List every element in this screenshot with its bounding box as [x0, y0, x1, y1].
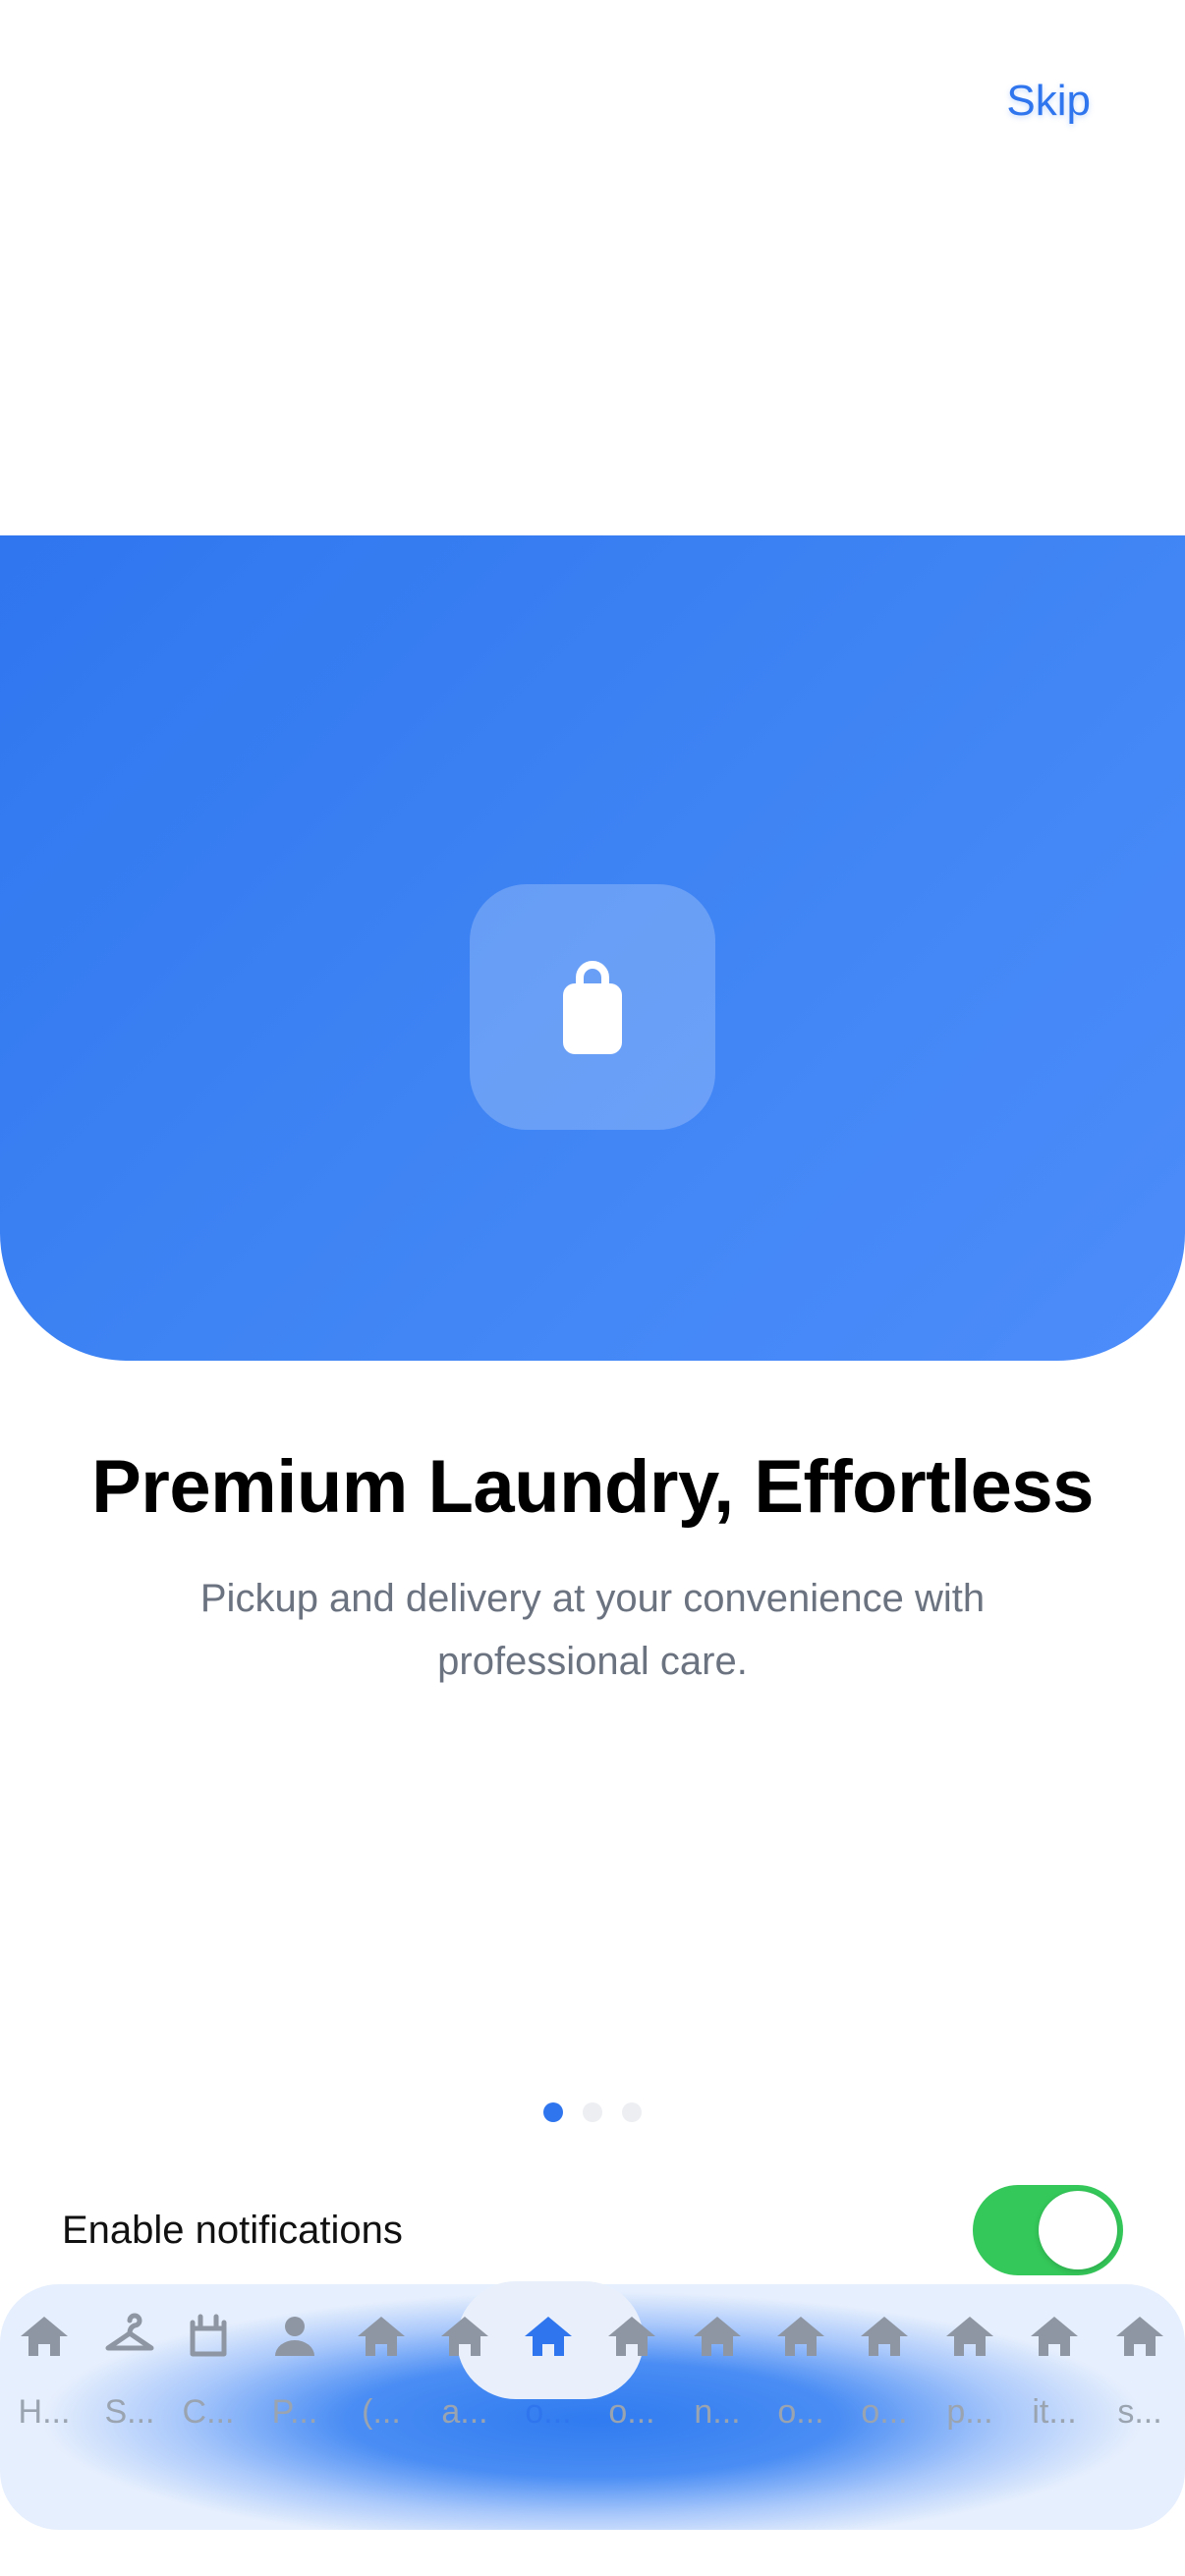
home-icon — [946, 2317, 993, 2356]
tab-label: C... — [182, 2393, 235, 2431]
tab-item[interactable]: n... — [675, 2309, 760, 2436]
tab-label: o... — [608, 2393, 655, 2431]
home-icon — [441, 2317, 488, 2356]
home-icon — [1031, 2317, 1078, 2356]
onboarding-subtitle: Pickup and delivery at your convenience … — [199, 1577, 986, 1683]
tab-label: S... — [104, 2393, 155, 2431]
page-dot[interactable] — [543, 2102, 563, 2122]
home-icon — [1116, 2317, 1163, 2356]
toggle-knob — [1039, 2191, 1117, 2269]
basket-icon — [190, 2314, 227, 2357]
hanger-icon — [105, 2313, 154, 2351]
tab-item[interactable]: C... — [166, 2309, 251, 2436]
tab-item[interactable]: o... — [506, 2309, 591, 2436]
tab-item[interactable]: a... — [423, 2309, 507, 2436]
tab-label: s... — [1117, 2393, 1162, 2431]
tab-item[interactable]: it... — [1012, 2309, 1097, 2436]
home-icon — [694, 2317, 741, 2356]
skip-button[interactable]: Skip — [1006, 77, 1091, 126]
tab-item[interactable]: P... — [253, 2309, 337, 2436]
person-icon — [275, 2317, 314, 2356]
tab-item[interactable]: H... — [2, 2309, 86, 2436]
home-icon — [861, 2317, 908, 2356]
tab-item[interactable]: (... — [339, 2309, 423, 2436]
tab-label: o... — [861, 2393, 908, 2431]
home-icon — [777, 2317, 824, 2356]
onboarding-title: Premium Laundry, Effortless — [91, 1445, 1094, 1529]
hero-banner — [0, 535, 1185, 1361]
shopping-bag-icon — [563, 961, 622, 1054]
home-icon — [608, 2317, 655, 2356]
notifications-toggle[interactable] — [973, 2185, 1123, 2275]
tab-item[interactable]: o... — [842, 2309, 927, 2436]
tab-label: (... — [362, 2393, 401, 2431]
tab-item[interactable]: s... — [1098, 2309, 1182, 2436]
tab-list: H... S... C... P... (... a... o... o... n... o...… — [0, 2309, 1185, 2446]
tab-item[interactable]: S... — [87, 2309, 172, 2436]
tab-label: n... — [694, 2393, 741, 2431]
home-icon — [358, 2317, 405, 2356]
tab-label: P... — [271, 2393, 318, 2431]
home-icon — [21, 2317, 68, 2356]
notifications-label: Enable notifications — [62, 2209, 403, 2252]
page-dot[interactable] — [583, 2102, 602, 2122]
tab-item[interactable]: p... — [928, 2309, 1012, 2436]
home-icon — [525, 2317, 572, 2356]
tab-label: it... — [1032, 2393, 1077, 2431]
hero-icon-tile — [470, 884, 715, 1130]
tab-label: a... — [441, 2393, 488, 2431]
page-indicator[interactable] — [0, 2102, 1185, 2122]
tab-item[interactable]: o... — [759, 2309, 843, 2436]
tab-label: p... — [946, 2393, 993, 2431]
tab-label: H... — [18, 2393, 71, 2431]
tab-label: o... — [525, 2393, 572, 2431]
tab-label: o... — [777, 2393, 824, 2431]
tab-item[interactable]: o... — [590, 2309, 674, 2436]
page-dot[interactable] — [622, 2102, 642, 2122]
